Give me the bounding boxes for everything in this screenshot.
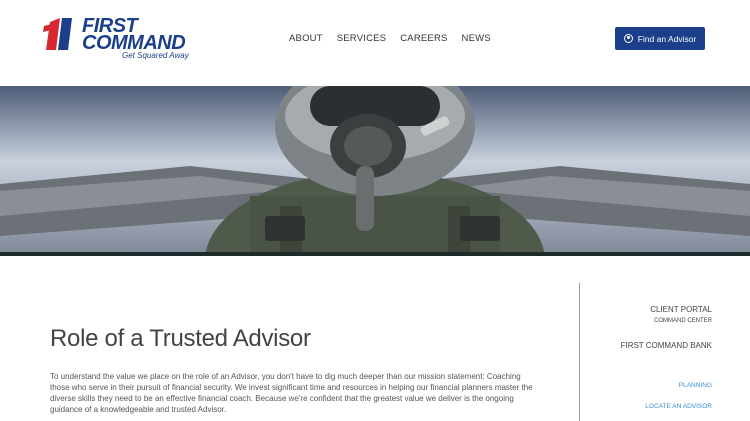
page-title: Role of a Trusted Advisor	[50, 325, 311, 352]
nav-item-services[interactable]: SERVICES	[337, 33, 386, 44]
nav-item-news[interactable]: NEWS	[462, 33, 491, 44]
pilot-cockpit-illustration	[0, 86, 750, 255]
logo-command-text: COMMAND	[82, 32, 186, 54]
find-advisor-button[interactable]: Find an Advisor	[615, 27, 705, 50]
body-paragraph: To understand the value we place on the …	[50, 372, 533, 414]
hero-image	[0, 86, 750, 255]
first-command-logo[interactable]: FIRST COMMAND Get Squared Away	[42, 14, 202, 62]
find-advisor-label: Find an Advisor	[637, 33, 697, 44]
locate-advisor-link[interactable]: LOCATE AN ADVISOR	[645, 403, 712, 410]
logo-mark-icon	[43, 18, 72, 50]
user-circle-icon	[623, 34, 633, 43]
main-nav: ABOUT SERVICES CAREERS NEWS	[289, 33, 491, 44]
nav-item-careers[interactable]: CAREERS	[400, 33, 447, 44]
nav-item-about[interactable]: ABOUT	[289, 33, 323, 44]
site-header: FIRST COMMAND Get Squared Away ABOUT SER…	[0, 0, 750, 86]
command-center-link[interactable]: COMMAND CENTER	[654, 318, 712, 324]
logo-tagline: Get Squared Away	[122, 51, 189, 60]
sidebar-divider	[579, 283, 580, 421]
first-command-bank-link[interactable]: FIRST COMMAND BANK	[621, 341, 712, 350]
client-portal-link[interactable]: CLIENT PORTAL	[650, 305, 712, 314]
planning-link[interactable]: PLANNING	[679, 382, 712, 389]
